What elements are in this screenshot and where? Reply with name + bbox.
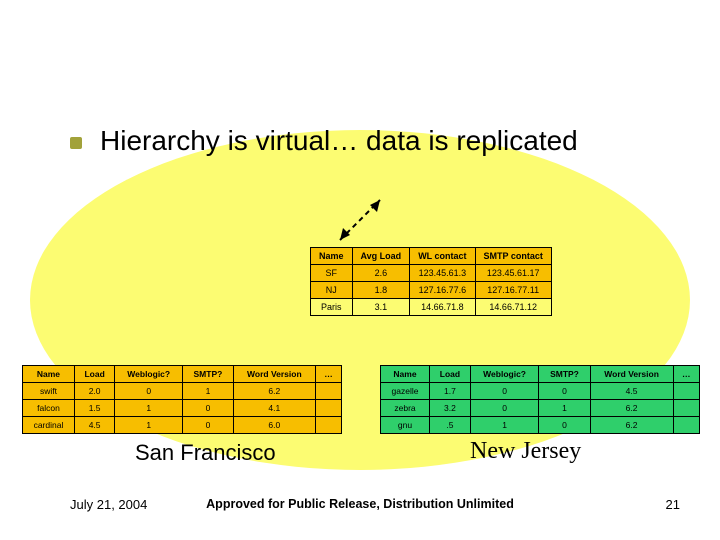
- th-wl-contact: WL contact: [410, 248, 475, 265]
- bidirectional-arrow: [330, 190, 400, 250]
- caption-san-francisco: San Francisco: [135, 440, 276, 466]
- caption-new-jersey: New Jersey: [470, 438, 581, 465]
- th-name: Name: [311, 248, 353, 265]
- table-row: SF 2.6 123.45.61.3 123.45.61.17: [311, 265, 552, 282]
- table-row: Paris 3.1 14.66.71.8 14.66.71.12: [311, 299, 552, 316]
- slide-title: Hierarchy is virtual… data is replicated: [100, 125, 578, 157]
- title-bullet: [70, 137, 82, 149]
- new-jersey-table: Name Load Weblogic? SMTP? Word Version ……: [380, 365, 700, 434]
- footer-release-statement: Approved for Public Release, Distributio…: [0, 497, 720, 511]
- table-row: gnu.5106.2: [381, 417, 700, 434]
- table-row: zebra3.2016.2: [381, 400, 700, 417]
- table-row: swift2.0016.2: [23, 383, 342, 400]
- table-row: NJ 1.8 127.16.77.6 127.16.77.11: [311, 282, 552, 299]
- footer-page-number: 21: [666, 497, 680, 512]
- th-smtp-contact: SMTP contact: [475, 248, 551, 265]
- table-row: falcon1.5104.1: [23, 400, 342, 417]
- summary-table: Name Avg Load WL contact SMTP contact SF…: [310, 247, 552, 316]
- table-row: cardinal4.5106.0: [23, 417, 342, 434]
- th-avg-load: Avg Load: [352, 248, 410, 265]
- san-francisco-table: Name Load Weblogic? SMTP? Word Version ……: [22, 365, 342, 434]
- table-row: gazelle1.7004.5: [381, 383, 700, 400]
